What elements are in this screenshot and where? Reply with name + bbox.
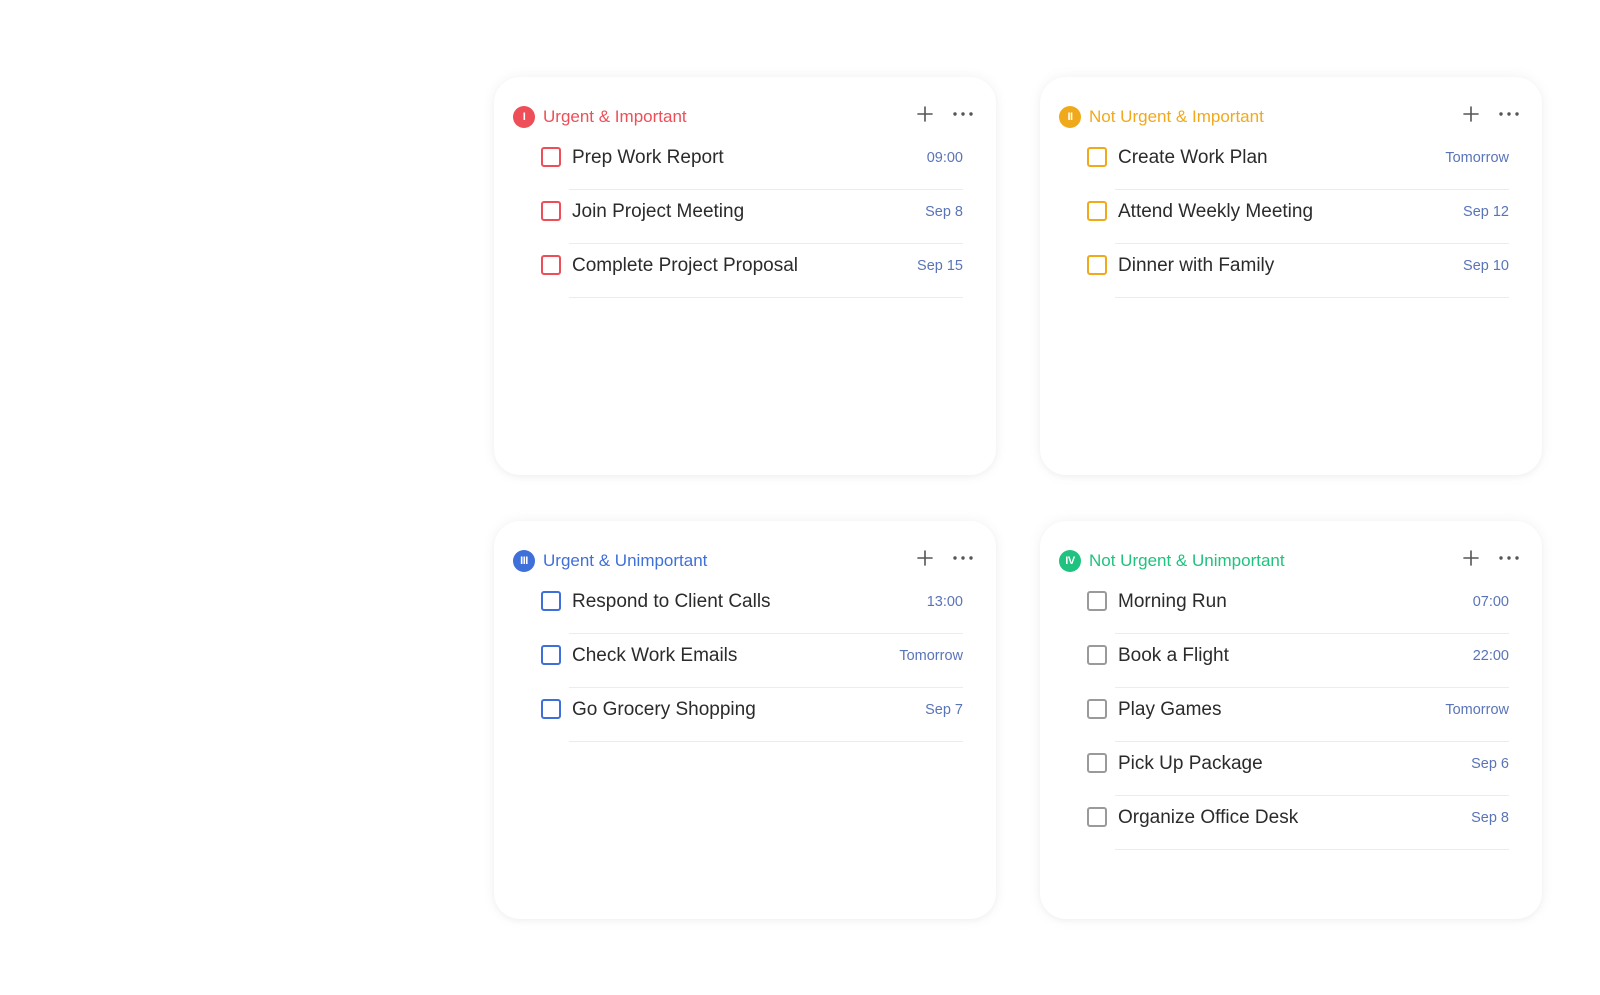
task-item[interactable]: Organize Office Desk Sep 8 xyxy=(1087,796,1509,850)
task-item[interactable]: Complete Project Proposal Sep 15 xyxy=(541,244,963,298)
task-item[interactable]: Morning Run 07:00 xyxy=(1087,580,1509,634)
quadrant-urgent-unimportant: III Urgent & Unimportant Respond to Clie… xyxy=(494,521,996,919)
task-checkbox[interactable] xyxy=(541,201,561,221)
task-item[interactable]: Play Games Tomorrow xyxy=(1087,688,1509,742)
task-checkbox[interactable] xyxy=(541,645,561,665)
task-list: Morning Run 07:00 Book a Flight 22:00 Pl… xyxy=(1087,580,1509,850)
eisenhower-matrix: I Urgent & Important Prep Work Report 09… xyxy=(0,0,1600,995)
quadrant-actions xyxy=(1462,105,1520,123)
more-horizontal-icon[interactable] xyxy=(1498,549,1520,567)
quadrant-title: Urgent & Unimportant xyxy=(543,551,708,570)
task-title: Pick Up Package xyxy=(1118,753,1263,774)
priority-badge-icon: I xyxy=(513,106,535,128)
task-checkbox[interactable] xyxy=(541,147,561,167)
task-due-date: Sep 6 xyxy=(1471,756,1509,772)
task-due-date: Sep 7 xyxy=(925,702,963,718)
task-due-date: Sep 8 xyxy=(1471,810,1509,826)
task-list: Respond to Client Calls 13:00 Check Work… xyxy=(541,580,963,742)
task-checkbox[interactable] xyxy=(1087,699,1107,719)
more-horizontal-icon[interactable] xyxy=(952,105,974,123)
plus-icon[interactable] xyxy=(916,105,934,123)
task-checkbox[interactable] xyxy=(541,591,561,611)
task-due-date: 07:00 xyxy=(1472,594,1509,610)
task-checkbox[interactable] xyxy=(1087,645,1107,665)
task-due-date: 22:00 xyxy=(1472,648,1509,664)
task-item[interactable]: Respond to Client Calls 13:00 xyxy=(541,580,963,634)
task-title: Dinner with Family xyxy=(1118,255,1275,276)
task-title: Attend Weekly Meeting xyxy=(1118,201,1314,222)
task-item[interactable]: Join Project Meeting Sep 8 xyxy=(541,190,963,244)
task-title: Morning Run xyxy=(1118,591,1227,612)
quadrant-actions xyxy=(916,549,974,567)
task-due-date: Tomorrow xyxy=(899,648,963,664)
quadrant-not-urgent-important: II Not Urgent & Important Create Work Pl… xyxy=(1040,77,1542,475)
priority-badge-icon: IV xyxy=(1059,550,1081,572)
task-checkbox[interactable] xyxy=(541,255,561,275)
task-title: Complete Project Proposal xyxy=(572,255,798,276)
plus-icon[interactable] xyxy=(916,549,934,567)
task-item[interactable]: Go Grocery Shopping Sep 7 xyxy=(541,688,963,742)
more-horizontal-icon[interactable] xyxy=(1498,105,1520,123)
task-due-date: Sep 12 xyxy=(1463,204,1509,220)
priority-badge-icon: III xyxy=(513,550,535,572)
quadrant-title: Not Urgent & Important xyxy=(1089,107,1264,126)
task-checkbox[interactable] xyxy=(1087,201,1107,221)
quadrant-not-urgent-unimportant: IV Not Urgent & Unimportant Morning Run … xyxy=(1040,521,1542,919)
more-horizontal-icon[interactable] xyxy=(952,549,974,567)
task-title: Organize Office Desk xyxy=(1118,807,1299,828)
quadrant-title: Not Urgent & Unimportant xyxy=(1089,551,1285,570)
quadrant-urgent-important: I Urgent & Important Prep Work Report 09… xyxy=(494,77,996,475)
task-title: Play Games xyxy=(1118,699,1222,720)
task-item[interactable]: Check Work Emails Tomorrow xyxy=(541,634,963,688)
task-checkbox[interactable] xyxy=(1087,147,1107,167)
task-title: Check Work Emails xyxy=(572,645,738,666)
quadrant-header: IV Not Urgent & Unimportant xyxy=(1059,546,1520,576)
priority-badge-icon: II xyxy=(1059,106,1081,128)
task-list: Prep Work Report 09:00 Join Project Meet… xyxy=(541,136,963,298)
plus-icon[interactable] xyxy=(1462,105,1480,123)
divider xyxy=(569,741,963,742)
task-checkbox[interactable] xyxy=(1087,591,1107,611)
task-title: Create Work Plan xyxy=(1118,147,1268,168)
task-due-date: Sep 10 xyxy=(1463,258,1509,274)
task-due-date: Tomorrow xyxy=(1445,702,1509,718)
task-due-date: 13:00 xyxy=(926,594,963,610)
task-checkbox[interactable] xyxy=(1087,807,1107,827)
task-item[interactable]: Attend Weekly Meeting Sep 12 xyxy=(1087,190,1509,244)
task-checkbox[interactable] xyxy=(1087,255,1107,275)
plus-icon[interactable] xyxy=(1462,549,1480,567)
divider xyxy=(569,297,963,298)
task-title: Book a Flight xyxy=(1118,645,1229,666)
task-title: Prep Work Report xyxy=(572,147,724,168)
quadrant-title: Urgent & Important xyxy=(543,107,687,126)
task-checkbox[interactable] xyxy=(1087,753,1107,773)
quadrant-header: III Urgent & Unimportant xyxy=(513,546,974,576)
task-title: Respond to Client Calls xyxy=(572,591,771,612)
task-due-date: Sep 15 xyxy=(917,258,963,274)
task-list: Create Work Plan Tomorrow Attend Weekly … xyxy=(1087,136,1509,298)
divider xyxy=(1115,297,1509,298)
task-item[interactable]: Book a Flight 22:00 xyxy=(1087,634,1509,688)
quadrant-actions xyxy=(1462,549,1520,567)
task-item[interactable]: Create Work Plan Tomorrow xyxy=(1087,136,1509,190)
task-due-date: Tomorrow xyxy=(1445,150,1509,166)
task-due-date: Sep 8 xyxy=(925,204,963,220)
task-checkbox[interactable] xyxy=(541,699,561,719)
task-item[interactable]: Pick Up Package Sep 6 xyxy=(1087,742,1509,796)
task-item[interactable]: Dinner with Family Sep 10 xyxy=(1087,244,1509,298)
quadrant-header: I Urgent & Important xyxy=(513,102,974,132)
quadrant-header: II Not Urgent & Important xyxy=(1059,102,1520,132)
task-item[interactable]: Prep Work Report 09:00 xyxy=(541,136,963,190)
quadrant-actions xyxy=(916,105,974,123)
divider xyxy=(1115,849,1509,850)
task-title: Join Project Meeting xyxy=(572,201,745,222)
task-title: Go Grocery Shopping xyxy=(572,699,756,720)
task-due-date: 09:00 xyxy=(926,150,963,166)
